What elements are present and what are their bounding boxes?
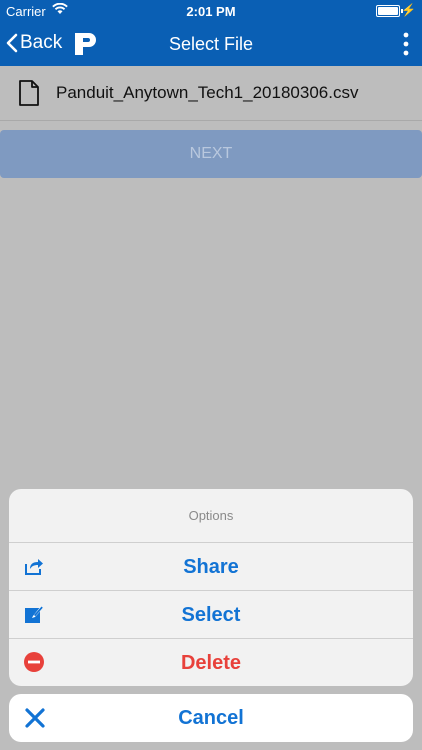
charging-icon: ⚡ [401, 3, 416, 17]
more-vertical-icon[interactable] [402, 32, 410, 56]
cancel-label: Cancel [178, 707, 244, 729]
select-option[interactable]: Select [9, 591, 413, 639]
battery-icon [376, 5, 403, 17]
delete-option[interactable]: Delete [9, 639, 413, 686]
cancel-button[interactable]: Cancel [9, 694, 413, 742]
file-name: Panduit_Anytown_Tech1_20180306.csv [56, 83, 359, 102]
action-sheet-title: Options [9, 489, 413, 543]
select-label: Select [181, 604, 241, 626]
delete-label: Delete [180, 652, 242, 674]
share-label: Share [183, 556, 239, 578]
share-option[interactable]: Share [9, 543, 413, 591]
status-bar: Carrier 2:01 PM ⚡ [0, 0, 422, 22]
page-title: Select File [168, 34, 254, 54]
clock: 2:01 PM [186, 4, 236, 19]
file-list-item[interactable]: Panduit_Anytown_Tech1_20180306.csv [0, 66, 422, 121]
document-icon [19, 80, 39, 106]
nav-bar: Back Select File [0, 22, 422, 66]
options-action-sheet: Options Share Select Delete [9, 489, 413, 686]
next-button[interactable]: NEXT [0, 130, 422, 178]
